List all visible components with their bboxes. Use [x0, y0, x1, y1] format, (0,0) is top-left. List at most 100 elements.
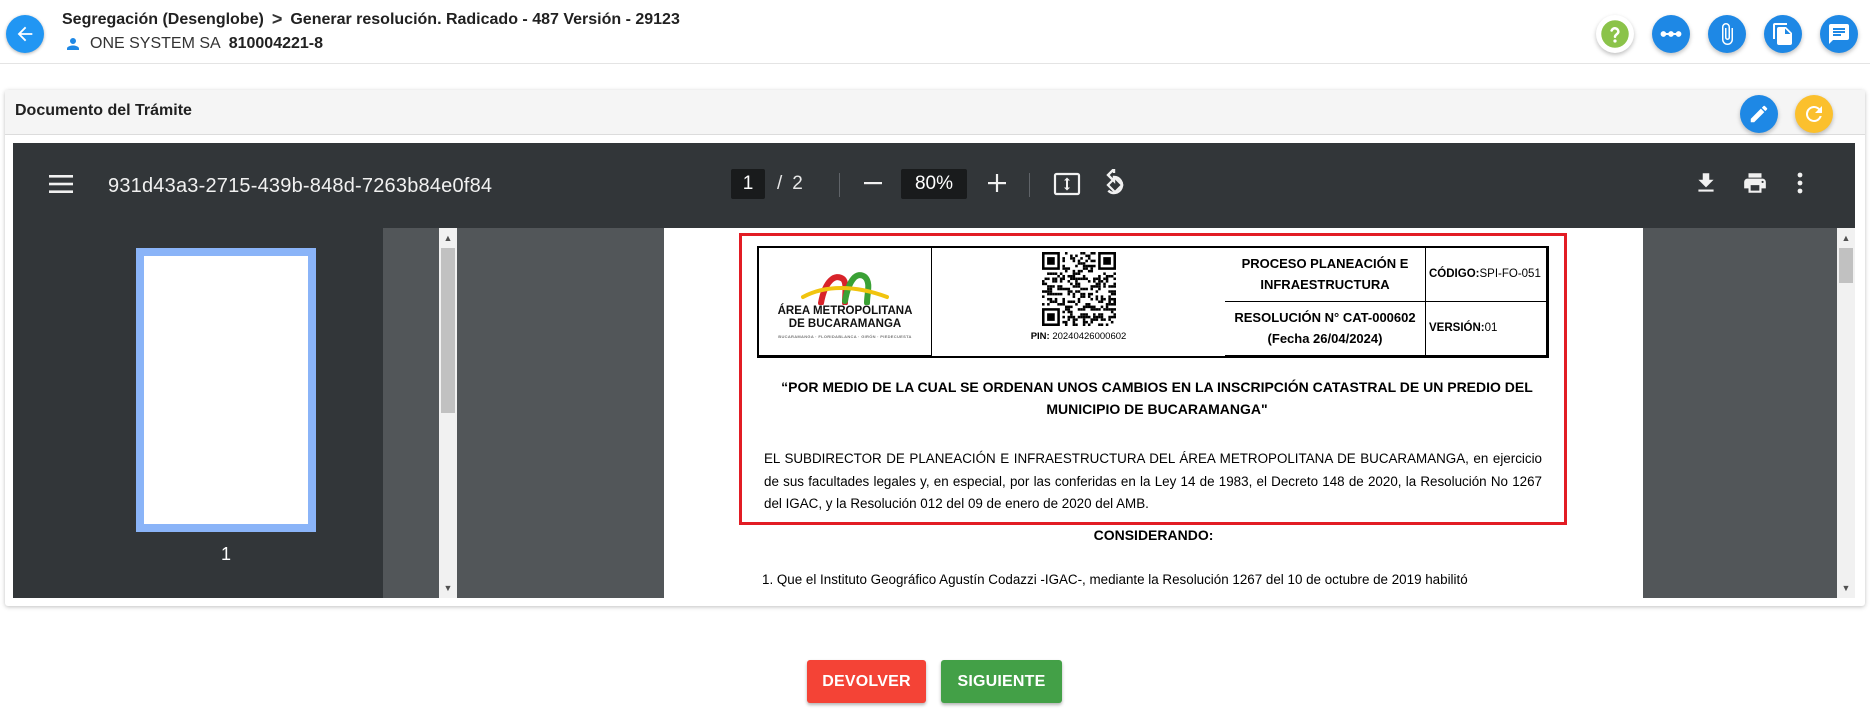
flow-button[interactable]	[1652, 15, 1690, 53]
qr-module	[1092, 315, 1096, 319]
qr-module	[1082, 308, 1085, 311]
qr-module	[1074, 277, 1078, 281]
qr-module	[1077, 300, 1080, 304]
qr-module	[1079, 308, 1083, 311]
qr-module	[1061, 287, 1065, 291]
help-button[interactable]	[1596, 15, 1634, 53]
person-icon	[67, 38, 79, 50]
qr-module	[1095, 290, 1098, 293]
print-button[interactable]	[1741, 170, 1769, 201]
qr-module	[1072, 315, 1075, 319]
page-number-input[interactable]: 1	[731, 169, 765, 199]
scroll-down-arrow-icon[interactable]: ▼	[439, 580, 457, 596]
siguiente-button[interactable]: SIGUIENTE	[941, 660, 1062, 703]
qr-module	[1107, 295, 1111, 298]
devolver-button[interactable]: DEVOLVER	[807, 660, 926, 703]
scrollbar-thumb[interactable]	[1839, 248, 1853, 283]
qr-module	[1072, 259, 1075, 263]
process-title-cell: PROCESO PLANEACIÓN E INFRAESTRUCTURA	[1225, 248, 1426, 302]
back-button[interactable]	[6, 15, 44, 53]
qr-module	[1074, 285, 1078, 288]
qr-module	[1082, 274, 1085, 278]
zoom-level-input[interactable]: 80%	[901, 169, 967, 199]
qr-module	[1069, 274, 1073, 278]
print-icon	[1744, 173, 1766, 193]
qr-module	[1084, 313, 1088, 316]
qr-module	[1077, 272, 1080, 275]
refresh-button[interactable]	[1795, 95, 1833, 133]
owner-info: ONE SYSTEM SA 810004221-8	[64, 35, 323, 53]
fit-page-button[interactable]	[1053, 171, 1081, 202]
qr-module	[1082, 318, 1085, 321]
qr-module	[1107, 297, 1111, 301]
scroll-down-arrow-icon[interactable]: ▼	[1837, 580, 1855, 596]
qr-module	[1046, 277, 1050, 281]
qr-module	[1100, 323, 1103, 326]
qr-module	[1084, 287, 1088, 291]
qr-module	[1051, 292, 1055, 296]
qr-module	[1107, 315, 1111, 319]
edit-button[interactable]	[1740, 95, 1778, 133]
qr-module	[1077, 262, 1080, 265]
zoom-in-button[interactable]	[985, 171, 1009, 200]
notes-icon	[1829, 24, 1849, 44]
more-actions-button[interactable]	[1795, 170, 1805, 201]
breadcrumb-current: Generar resolución. Radicado - 487 Versi…	[290, 10, 680, 28]
qr-module	[1079, 262, 1083, 265]
qr-module	[1082, 320, 1085, 324]
qr-module	[1064, 320, 1068, 324]
qr-module	[1049, 285, 1052, 288]
zoom-out-button[interactable]	[861, 171, 885, 200]
pin-label: PIN:	[1030, 331, 1050, 342]
qr-module	[1059, 280, 1062, 283]
qr-module	[1056, 287, 1060, 291]
qr-module	[1107, 318, 1111, 321]
qr-module	[1095, 315, 1098, 319]
qr-module	[1084, 315, 1088, 319]
qr-module	[1087, 295, 1090, 298]
qr-module	[1084, 277, 1088, 281]
document-scrollbar[interactable]: ▲ ▼	[1837, 228, 1855, 598]
qr-module	[1092, 259, 1096, 263]
qr-module	[1102, 285, 1106, 288]
rotate-button[interactable]	[1101, 166, 1129, 204]
qr-cell: PIN: 20240426000602	[932, 248, 1225, 356]
qr-module	[1067, 308, 1070, 311]
qr-module	[1049, 297, 1052, 301]
qr-module	[1082, 313, 1085, 316]
copy-document-button[interactable]	[1764, 15, 1802, 53]
attachment-button[interactable]	[1708, 15, 1746, 53]
considerando-item-1: 1. Que el Instituto Geográfico Agustín C…	[762, 572, 1468, 587]
qr-module	[1112, 303, 1116, 306]
qr-module	[1067, 290, 1070, 293]
qr-module	[1105, 277, 1108, 281]
sidebar-toggle-button[interactable]	[48, 173, 74, 200]
breadcrumb-separator: >	[271, 9, 283, 29]
qr-module	[1105, 280, 1108, 283]
notes-button[interactable]	[1820, 15, 1858, 53]
minus-icon	[864, 182, 882, 185]
qr-module	[1100, 318, 1103, 321]
owner-name: ONE SYSTEM SA	[90, 35, 221, 52]
considerando-heading: CONSIDERANDO:	[1093, 527, 1214, 543]
page-thumbnail[interactable]	[136, 248, 316, 532]
scroll-up-arrow-icon[interactable]: ▲	[1837, 230, 1855, 246]
sidebar-scrollbar[interactable]: ▲ ▼	[439, 228, 457, 598]
qr-module	[1061, 320, 1065, 324]
scrollbar-thumb[interactable]	[441, 248, 455, 413]
qr-module	[1095, 277, 1098, 281]
qr-module	[1054, 297, 1057, 301]
qr-module	[1097, 308, 1101, 311]
qr-module	[1069, 254, 1073, 258]
qr-module	[1077, 285, 1080, 288]
qr-module	[1074, 272, 1078, 275]
qr-module	[1046, 272, 1050, 275]
breadcrumb-root[interactable]: Segregación (Desenglobe)	[62, 11, 264, 29]
qr-module	[1084, 320, 1088, 324]
qr-module	[1092, 313, 1096, 316]
qr-module	[1074, 318, 1078, 321]
download-button[interactable]	[1693, 170, 1719, 201]
scroll-up-arrow-icon[interactable]: ▲	[439, 230, 457, 246]
qr-module	[1112, 277, 1116, 281]
qr-module	[1084, 303, 1088, 306]
